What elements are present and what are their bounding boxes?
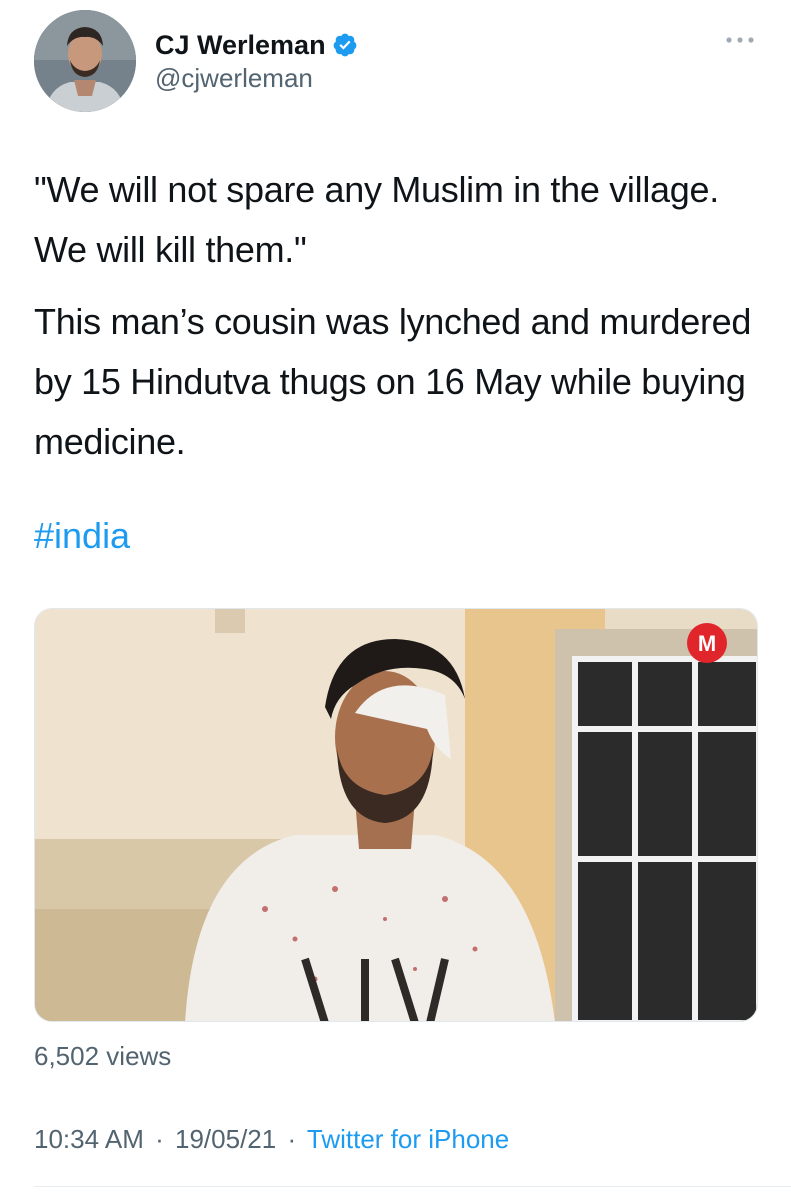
avatar[interactable] bbox=[34, 10, 136, 112]
verified-badge-icon bbox=[333, 33, 356, 57]
meta-separator: · bbox=[287, 1124, 297, 1154]
tweet-date[interactable]: 19/05/21 bbox=[175, 1124, 276, 1154]
divider bbox=[34, 1186, 791, 1187]
meta-separator: · bbox=[155, 1124, 164, 1154]
tweet-meta: 10:34 AM · 19/05/21 · Twitter for iPhone bbox=[34, 1124, 509, 1155]
tweet-time[interactable]: 10:34 AM bbox=[34, 1124, 144, 1154]
svg-text:M: M bbox=[698, 631, 716, 656]
tweet-text: "We will not spare any Muslim in the vil… bbox=[34, 160, 764, 472]
author-name-row: CJ Werleman bbox=[155, 28, 358, 62]
author-handle[interactable]: @cjwerleman bbox=[155, 63, 358, 94]
more-horizontal-icon[interactable] bbox=[723, 28, 757, 52]
window-grille bbox=[572, 656, 757, 1021]
view-count: 6,502 views bbox=[34, 1041, 172, 1071]
tweet-paragraph: This man’s cousin was lynched and murder… bbox=[34, 301, 752, 462]
tweet-source-link[interactable]: Twitter for iPhone bbox=[307, 1124, 509, 1154]
channel-logo-icon: M bbox=[687, 623, 727, 663]
video-media[interactable]: M bbox=[34, 608, 758, 1022]
author-display-name[interactable]: CJ Werleman bbox=[155, 30, 326, 61]
tweet-paragraph: "We will not spare any Muslim in the vil… bbox=[34, 169, 719, 270]
hashtag-link[interactable]: #india bbox=[34, 506, 130, 566]
author-block: CJ Werleman @cjwerleman bbox=[155, 28, 358, 94]
video-thumbnail: M bbox=[35, 609, 757, 1021]
avatar-image bbox=[34, 10, 136, 112]
